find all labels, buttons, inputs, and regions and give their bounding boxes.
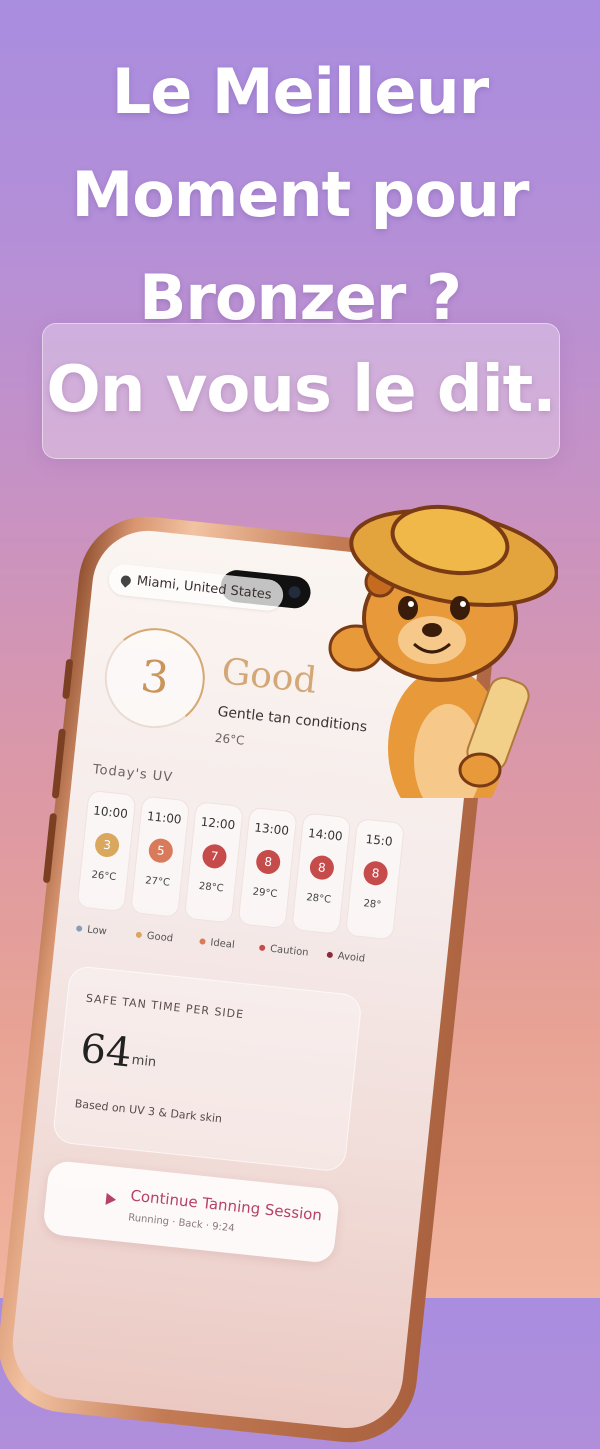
tagline: On vous le dit. <box>46 353 556 427</box>
legend-item: Ideal <box>199 936 235 951</box>
legend-dot <box>75 925 83 932</box>
hour-temp: 26°C <box>90 869 117 884</box>
continue-session-button[interactable]: Continue Tanning Session Running · Back … <box>42 1159 341 1264</box>
safe-tan-unit: min <box>130 1052 157 1071</box>
hour-uv-badge: 8 <box>255 848 282 876</box>
hour-card[interactable]: 14:00 8 28°C <box>291 812 352 935</box>
hour-card[interactable]: 11:00 5 27°C <box>130 795 191 918</box>
session-status: Running · Back · 9:24 <box>127 1212 236 1235</box>
hour-card[interactable]: 10:00 3 26°C <box>76 789 137 913</box>
hour-time: 14:00 <box>307 826 344 844</box>
hour-temp: 27°C <box>144 875 171 889</box>
legend-label: Good <box>146 930 174 945</box>
hour-uv-badge: 8 <box>308 854 336 881</box>
tagline-box: On vous le dit. <box>42 323 560 459</box>
safe-tan-time-card: SAFE TAN TIME PER SIDE 64 min Based on U… <box>51 964 363 1173</box>
safe-tan-value: 64 <box>78 1025 134 1077</box>
hour-uv-badge: 7 <box>201 843 228 870</box>
play-icon <box>105 1192 117 1206</box>
location-label: Miami, United States <box>136 573 273 603</box>
hour-time: 13:00 <box>253 820 290 838</box>
hour-card[interactable]: 12:00 7 28°C <box>183 801 244 924</box>
hour-time: 10:00 <box>92 803 129 821</box>
phone-volume-up-button <box>51 728 66 799</box>
legend-dot <box>326 951 334 959</box>
legend-dot <box>258 944 266 952</box>
legend-label: Caution <box>269 943 310 959</box>
hour-time: 15:0 <box>364 832 394 849</box>
headline-line-2: Moment pour <box>71 158 530 231</box>
hour-temp: 28°C <box>305 892 332 906</box>
legend-dot <box>135 931 143 939</box>
hour-card[interactable]: 15:0 8 28° <box>344 818 406 941</box>
location-pill[interactable]: Miami, United States <box>107 562 286 613</box>
uv-index-value: 3 <box>138 650 172 705</box>
hour-temp: 28° <box>362 898 382 911</box>
hour-card[interactable]: 13:00 8 29°C <box>237 806 298 930</box>
phone-volume-down-button <box>42 812 58 884</box>
hour-uv-badge: 8 <box>362 860 389 887</box>
hour-time: 12:00 <box>200 814 236 833</box>
hour-uv-badge: 5 <box>147 837 174 864</box>
phone-side-button <box>62 658 74 700</box>
hour-temp: 29°C <box>252 886 278 901</box>
hour-time: 11:00 <box>146 809 183 827</box>
headline-line-1: Le Meilleur <box>111 55 489 128</box>
legend-label: Ideal <box>209 937 236 951</box>
location-pin-icon <box>118 573 133 588</box>
legend-dot <box>199 938 206 945</box>
uv-index-ring: 3 <box>99 623 210 734</box>
tan-status: Good <box>219 651 319 702</box>
legend-item: Caution <box>258 943 310 959</box>
hour-temp: 28°C <box>198 880 225 895</box>
today-uv-label: Today's UV <box>92 762 174 786</box>
safe-tan-title: SAFE TAN TIME PER SIDE <box>85 991 245 1022</box>
camera-icon <box>287 585 302 599</box>
safe-tan-note: Based on UV 3 & Dark skin <box>74 1097 223 1126</box>
legend-label: Avoid <box>337 950 366 965</box>
meerkat-mascot-icon <box>328 504 558 798</box>
current-temperature: 26°C <box>214 730 246 748</box>
hour-uv-badge: 3 <box>93 831 121 859</box>
legend-item: Good <box>135 930 174 945</box>
headline: Le Meilleur Moment pour Bronzer ? <box>0 40 600 349</box>
legend-item: Low <box>75 923 108 938</box>
legend-item: Avoid <box>326 950 366 965</box>
legend-label: Low <box>86 924 108 938</box>
